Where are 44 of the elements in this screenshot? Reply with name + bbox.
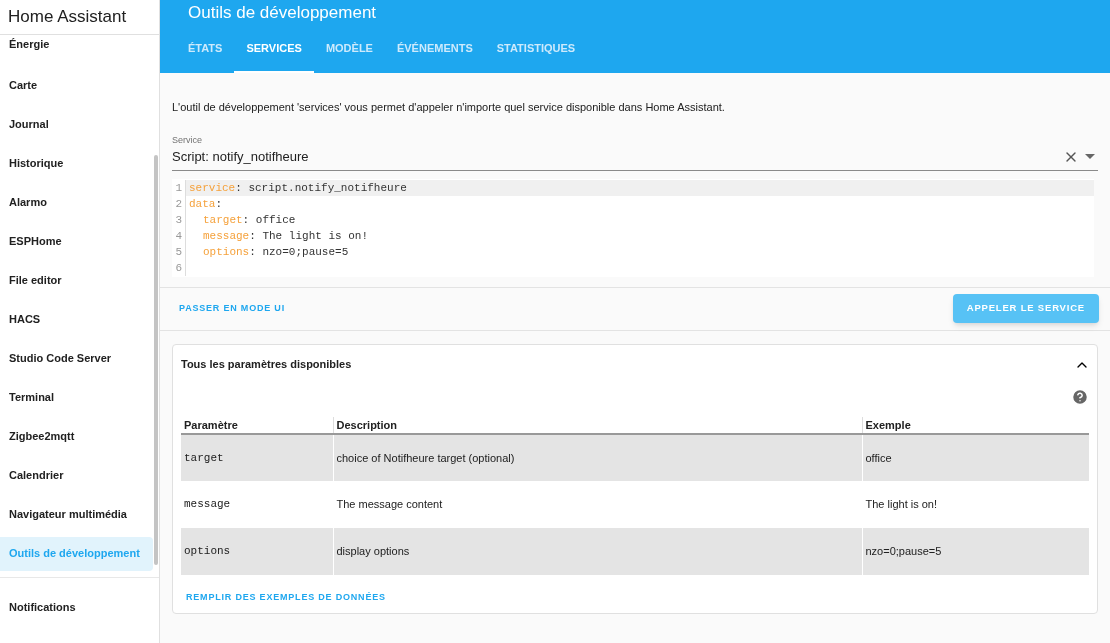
table-cell: choice of Notifheure target (optional): [333, 434, 862, 481]
table-cell: office: [862, 434, 1089, 481]
code-line: message: The light is on!: [202, 229, 369, 242]
sidebar-item[interactable]: HACS: [0, 302, 153, 337]
table-cell: target: [181, 434, 333, 481]
column-header: Paramètre: [181, 416, 333, 434]
help-icon[interactable]: [1071, 387, 1089, 406]
code-line: data:: [189, 197, 222, 210]
sidebar-item[interactable]: ESPHome: [0, 224, 153, 259]
code-editor[interactable]: 1 2 3 4 5 6 service: script.notify_notifheure data: target: office message: The light is on! options: nzo=0;pause=5: [172, 178, 1094, 277]
line-number: 2: [174, 196, 182, 212]
column-header: Exemple: [862, 416, 1089, 434]
line-number: 3: [174, 212, 182, 228]
service-field[interactable]: Service Script: notify_notifheure: [172, 133, 1098, 171]
sidebar-item[interactable]: Studio Code Server: [0, 341, 153, 376]
field-value: Script: notify_notifheure: [172, 148, 310, 166]
field-label: Service: [172, 133, 203, 147]
sidebar-item[interactable]: File editor: [0, 263, 153, 298]
sidebar-item[interactable]: Carte: [0, 68, 153, 103]
line-number: 4: [174, 228, 182, 244]
sidebar-item[interactable]: Terminal: [0, 380, 153, 415]
line-number: 6: [174, 260, 182, 276]
column-header: Description: [333, 416, 862, 434]
line-number: 5: [174, 244, 182, 260]
line-number: 1: [174, 180, 182, 196]
table-cell: display options: [333, 528, 862, 575]
sidebar-item[interactable]: Zigbee2mqtt: [0, 419, 153, 454]
code-line: options: nzo=0;pause=5: [202, 245, 349, 258]
card-title: Tous les paramètres disponibles: [181, 357, 352, 373]
dropdown-arrow-icon[interactable]: [1085, 154, 1095, 160]
sidebar-item[interactable]: Journal: [0, 107, 153, 142]
table-cell: The light is on!: [862, 481, 1089, 528]
page-title: Outils de développement: [188, 2, 378, 25]
sidebar-item[interactable]: Alarmo: [0, 185, 153, 220]
intro-text: L'outil de développement 'services' vous permet d'appeler n'importe quel service disponible dans Home Assistant.: [172, 100, 726, 115]
sidebar-item[interactable]: Navigateur multimédia: [0, 497, 153, 532]
table-cell: options: [181, 528, 333, 575]
code-line: target: office: [202, 213, 296, 226]
code-line: service: script.notify_notifheure: [189, 181, 407, 194]
sidebar-item[interactable]: Notifications: [0, 590, 159, 624]
table-cell: nzo=0;pause=5: [862, 528, 1089, 575]
sidebar-item[interactable]: Historique: [0, 146, 153, 181]
sidebar-item[interactable]: Calendrier: [0, 458, 153, 493]
app-title: Home Assistant: [0, 0, 159, 35]
